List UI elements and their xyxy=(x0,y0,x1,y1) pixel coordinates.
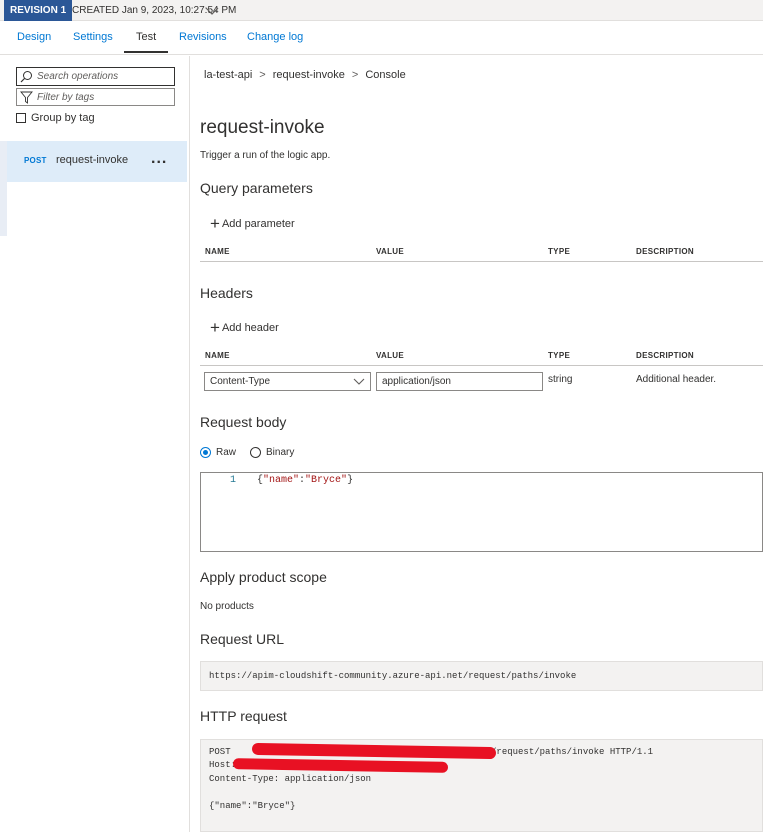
request-url-text: https://apim-cloudshift-community.azure-… xyxy=(209,671,577,681)
group-by-tag[interactable]: Group by tag xyxy=(16,111,95,125)
http-line-5: {"name":"Bryce"} xyxy=(209,801,296,811)
console-panel: la-test-api > request-invoke > Console r… xyxy=(191,56,763,832)
headers-heading: Headers xyxy=(200,285,253,301)
header-name-value: Content-Type xyxy=(210,376,271,387)
request-url-box: https://apim-cloudshift-community.azure-… xyxy=(200,661,763,691)
http-request-box: POST /request/paths/invoke HTTP/1.1 Host… xyxy=(200,739,763,832)
tab-change-log[interactable]: Change log xyxy=(247,21,303,54)
header-value-input[interactable]: application/json xyxy=(376,372,543,391)
http-method: POST xyxy=(209,747,237,757)
redaction-mark xyxy=(232,758,449,773)
radio-binary[interactable]: Binary xyxy=(250,447,294,458)
radio-raw-label: Raw xyxy=(216,447,237,458)
http-line-2: Host: xyxy=(209,760,237,770)
more-icon[interactable]: ... xyxy=(151,151,167,167)
header-value-text: application/json xyxy=(382,376,451,387)
http-path: /request/paths/invoke HTTP/1.1 xyxy=(491,747,654,757)
query-table-header: NAME VALUE TYPE DESCRIPTION xyxy=(200,242,763,262)
tab-design[interactable]: Design xyxy=(17,21,51,54)
col-name: NAME xyxy=(205,351,230,360)
breadcrumb-separator: > xyxy=(259,69,266,81)
request-body-editor[interactable]: 1 {"name":"Bryce"} xyxy=(200,472,763,552)
http-request-heading: HTTP request xyxy=(200,708,287,724)
header-type: string xyxy=(548,374,573,385)
code-close-brace: } xyxy=(347,475,354,486)
chevron-down-icon[interactable] xyxy=(205,6,219,16)
tab-test[interactable]: Test xyxy=(123,21,169,54)
radio-raw-circle[interactable] xyxy=(200,447,211,458)
revision-badge: REVISION 1 xyxy=(4,0,73,21)
operation-item[interactable]: POST request-invoke ... xyxy=(7,141,187,182)
tab-settings[interactable]: Settings xyxy=(73,21,113,54)
search-icon xyxy=(20,71,32,83)
breadcrumb-console: Console xyxy=(365,69,406,81)
operation-method: POST xyxy=(24,156,47,165)
code-value: "Bryce" xyxy=(305,475,348,486)
col-description: DESCRIPTION xyxy=(636,351,694,360)
col-name: NAME xyxy=(205,247,230,256)
operation-description: Trigger a run of the logic app. xyxy=(200,150,331,161)
col-description: DESCRIPTION xyxy=(636,247,694,256)
plus-icon: + xyxy=(210,214,220,233)
request-url-heading: Request URL xyxy=(200,631,285,647)
filter-input[interactable] xyxy=(37,89,171,105)
breadcrumb: la-test-api > request-invoke > Console xyxy=(204,69,406,81)
body-type-radios: Raw Binary xyxy=(200,447,294,458)
operation-name: request-invoke xyxy=(56,154,129,166)
code-line: {"name":"Bryce"} xyxy=(257,475,353,486)
code-key: "name" xyxy=(263,475,300,486)
product-scope-value: No products xyxy=(200,601,254,612)
line-number: 1 xyxy=(230,475,237,486)
revision-bar: REVISION 1 CREATED Jan 9, 2023, 10:27:54… xyxy=(0,0,763,21)
request-body-heading: Request body xyxy=(200,414,287,430)
col-value: VALUE xyxy=(376,351,405,360)
header-description: Additional header. xyxy=(636,374,717,385)
breadcrumb-separator: > xyxy=(351,69,359,81)
tab-revisions[interactable]: Revisions xyxy=(179,21,227,54)
filter-icon xyxy=(20,91,33,104)
tab-bar: Design Settings Test Revisions Change lo… xyxy=(0,21,763,55)
breadcrumb-api[interactable]: la-test-api xyxy=(204,69,252,81)
col-type: TYPE xyxy=(548,351,571,360)
radio-binary-circle[interactable] xyxy=(250,447,262,458)
radio-raw[interactable]: Raw xyxy=(200,447,236,458)
plus-icon: + xyxy=(210,318,220,337)
breadcrumb-operation[interactable]: request-invoke xyxy=(273,69,345,81)
http-line-3: Content-Type: application/json xyxy=(209,774,372,784)
operations-panel: Group by tag POST request-invoke ... xyxy=(0,56,190,832)
col-value: VALUE xyxy=(376,247,405,256)
search-input[interactable] xyxy=(37,68,171,85)
filter-tags-box[interactable] xyxy=(16,88,175,106)
search-operations-box[interactable] xyxy=(16,67,175,86)
query-parameters-heading: Query parameters xyxy=(200,180,313,196)
group-by-tag-label: Group by tag xyxy=(31,112,95,124)
add-header-label: Add header xyxy=(221,322,279,334)
add-parameter-button[interactable]: + Add parameter xyxy=(210,214,295,233)
page-title: request-invoke xyxy=(200,117,325,138)
radio-binary-label: Binary xyxy=(266,447,295,458)
headers-table-header: NAME VALUE TYPE DESCRIPTION xyxy=(200,346,763,366)
group-by-tag-checkbox[interactable] xyxy=(16,113,26,123)
chevron-down-icon xyxy=(353,378,365,385)
add-parameter-label: Add parameter xyxy=(221,218,295,230)
add-header-button[interactable]: + Add header xyxy=(210,318,279,337)
header-name-select[interactable]: Content-Type xyxy=(204,372,371,391)
col-type: TYPE xyxy=(548,247,571,256)
product-scope-heading: Apply product scope xyxy=(200,569,327,585)
